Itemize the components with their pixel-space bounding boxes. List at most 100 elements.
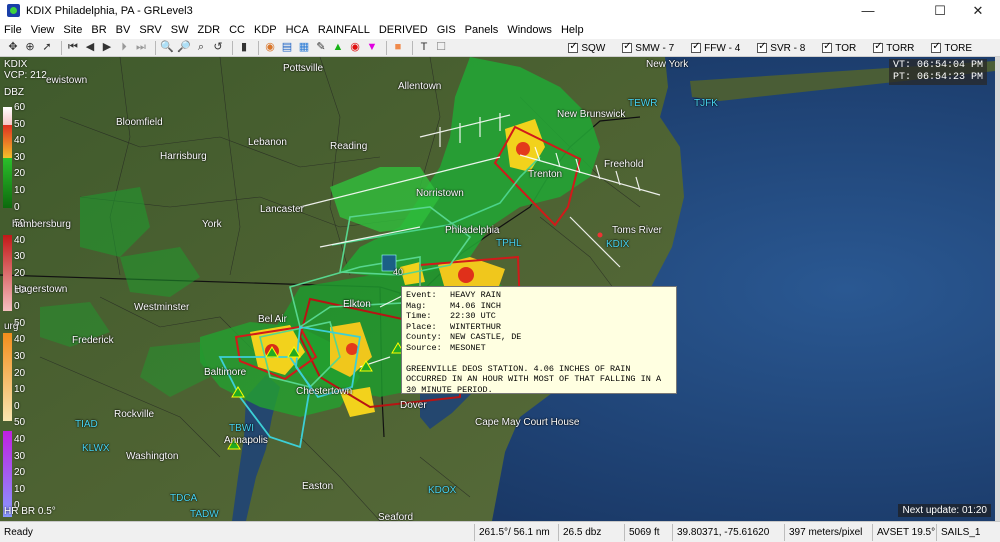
legend-tick: 20	[14, 467, 26, 479]
palette-icon[interactable]: ◉	[263, 41, 277, 55]
toggle-tore[interactable]: TORE	[931, 41, 972, 54]
radar-map[interactable]: KDIX VCP: 212 VT: 06:54:04 PM PT: 06:54:…	[0, 57, 995, 521]
checkbox-icon[interactable]	[873, 41, 884, 53]
toggle-sqw[interactable]: SQW	[568, 41, 605, 54]
pan-icon[interactable]: ✥	[6, 41, 20, 55]
play-icon[interactable]: ▶	[100, 41, 114, 55]
menu-br[interactable]: BR	[91, 24, 106, 36]
checkbox-icon[interactable]	[568, 41, 579, 53]
checkbox-icon[interactable]	[931, 41, 942, 53]
tracks-icon[interactable]: ✎	[314, 41, 328, 55]
status-scale: 397 meters/pixel	[784, 523, 872, 541]
tvs-marker-icon[interactable]: ▼	[365, 41, 379, 55]
zoom-out-icon[interactable]: 🔎	[177, 41, 191, 55]
report-field-value: M4.06 INCH	[450, 300, 502, 311]
maximize-button[interactable]: ☐	[920, 0, 960, 21]
legend-tick: 50	[14, 118, 26, 130]
menu-help[interactable]: Help	[561, 24, 584, 36]
window-title: KDIX Philadelphia, PA - GRLevel3	[26, 4, 193, 17]
meso-marker-icon[interactable]: ◉	[348, 41, 362, 55]
city-label-baltimore: Baltimore	[204, 367, 247, 378]
toggle-smw[interactable]: SMW - 7	[622, 41, 674, 54]
hail-marker-icon[interactable]: ▲	[331, 41, 345, 55]
city-label-bel-air: Bel Air	[258, 314, 287, 325]
first-frame-icon[interactable]: ⏮	[66, 41, 80, 55]
toggle-label: SVR - 8	[770, 42, 806, 54]
status-dbz: 26.5 dbz	[558, 523, 624, 541]
report-field-event: Event: HEAVY RAIN	[406, 290, 672, 301]
zoom-in-icon[interactable]: 🔍	[160, 41, 174, 55]
checkbox-icon[interactable]	[822, 41, 833, 53]
prev-frame-icon[interactable]: ◀	[83, 41, 97, 55]
city-label-hambersburg: hambersburg	[12, 219, 71, 230]
toolbar: ✥ ⊕ ➚ ⏮ ◀ ▶ ⏵ ⏭ 🔍 🔎 ⌕ ↺ ▮ ◉ ▤ ▦ ✎ ▲ ◉ ▼ …	[0, 39, 1000, 57]
menu-kdp[interactable]: KDP	[254, 24, 277, 36]
city-label-harrisburg: Harrisburg	[160, 151, 207, 162]
toggle-torr[interactable]: TORR	[873, 41, 914, 54]
menu-sw[interactable]: SW	[171, 24, 189, 36]
city-label-easton: Easton	[302, 481, 334, 492]
next-frame-icon[interactable]: ⏵	[117, 41, 131, 55]
zoom-reset-icon[interactable]: ⌕	[194, 41, 208, 55]
city-label-cape-may-court-house: Cape May Court House	[475, 417, 580, 428]
process-time: PT: 06:54:23 PM	[892, 72, 983, 83]
minimize-button[interactable]: —	[848, 0, 888, 21]
report-field-time: Time: 22:30 UTC	[406, 311, 672, 322]
toolbar-separator	[386, 40, 387, 55]
city-label-annapolis: Annapolis	[224, 435, 268, 446]
radar-site-info: KDIX VCP: 212	[4, 59, 47, 81]
legend-tick: 30	[14, 351, 26, 362]
checkbox-icon[interactable]	[691, 41, 702, 53]
menu-bv[interactable]: BV	[116, 24, 131, 36]
legend-tick: 30	[14, 450, 26, 462]
city-label-lebanon: Lebanon	[248, 137, 287, 148]
city-label-ewistown: ewistown	[46, 75, 88, 86]
radar-site-label-tiad: TIAD	[75, 419, 98, 430]
city-label-new-brunswick: New Brunswick	[557, 109, 626, 120]
city-label-new-york: New York	[646, 59, 689, 70]
legend-tick: 10	[14, 185, 26, 196]
menu-rainfall[interactable]: RAINFALL	[318, 24, 370, 36]
menu-windows[interactable]: Windows	[507, 24, 552, 36]
zoom-tool-icon[interactable]: ⊕	[23, 41, 37, 55]
menu-hca[interactable]: HCA	[286, 24, 309, 36]
menu-cc[interactable]: CC	[229, 24, 245, 36]
storm-icon[interactable]: ▮	[237, 41, 251, 55]
menu-bar: File View Site BR BV SRV SW ZDR CC KDP HCA RAINFALL…	[0, 21, 1000, 39]
select-tool-icon[interactable]: ➚	[40, 41, 54, 55]
close-button[interactable]: ✕	[958, 0, 998, 21]
city-label-westminster: Westminster	[134, 302, 190, 313]
menu-view[interactable]: View	[31, 24, 55, 36]
text-tool-icon[interactable]: T	[417, 41, 431, 55]
radar-site-label-tadw: TADW	[190, 509, 219, 520]
toggle-ffw[interactable]: FFW - 4	[691, 41, 740, 54]
layers-icon[interactable]: ▤	[280, 41, 294, 55]
menu-file[interactable]: File	[4, 24, 22, 36]
toolbar-separator	[232, 40, 233, 55]
warnings-icon[interactable]: ▦	[297, 41, 311, 55]
menu-zdr[interactable]: ZDR	[197, 24, 220, 36]
volume-time-box: VT: 06:54:04 PM PT: 06:54:23 PM	[888, 59, 987, 85]
menu-srv[interactable]: SRV	[139, 24, 161, 36]
menu-derived[interactable]: DERIVED	[379, 24, 428, 36]
toggle-tor[interactable]: TOR	[822, 41, 856, 54]
next-update: Next update: 01:20	[898, 504, 991, 517]
warning-toggles: SQW SMW - 7 FFW - 4 SVR - 8 TOR TORR TORE	[551, 39, 972, 57]
radar-site-label-klwx: KLWX	[82, 443, 110, 454]
color-box-icon[interactable]: ■	[391, 41, 405, 55]
last-frame-icon[interactable]: ⏭	[134, 41, 148, 55]
report-field-key: Source:	[406, 342, 442, 353]
checkbox-icon[interactable]	[757, 41, 768, 53]
menu-panels[interactable]: Panels	[465, 24, 499, 36]
report-description: GREENVILLE DEOS STATION. 4.06 INCHES OF …	[406, 363, 662, 395]
frame-box-icon[interactable]: ☐	[434, 41, 448, 55]
map-scrollbar[interactable]	[995, 57, 1000, 521]
checkbox-icon[interactable]	[622, 41, 633, 53]
menu-site[interactable]: Site	[63, 24, 82, 36]
tilt-icon[interactable]: ↺	[211, 41, 225, 55]
legend-tick: 60	[14, 102, 26, 113]
status-height: 5069 ft	[624, 523, 672, 541]
toggle-svr[interactable]: SVR - 8	[757, 41, 806, 54]
toolbar-separator	[61, 40, 62, 55]
menu-gis[interactable]: GIS	[437, 24, 456, 36]
